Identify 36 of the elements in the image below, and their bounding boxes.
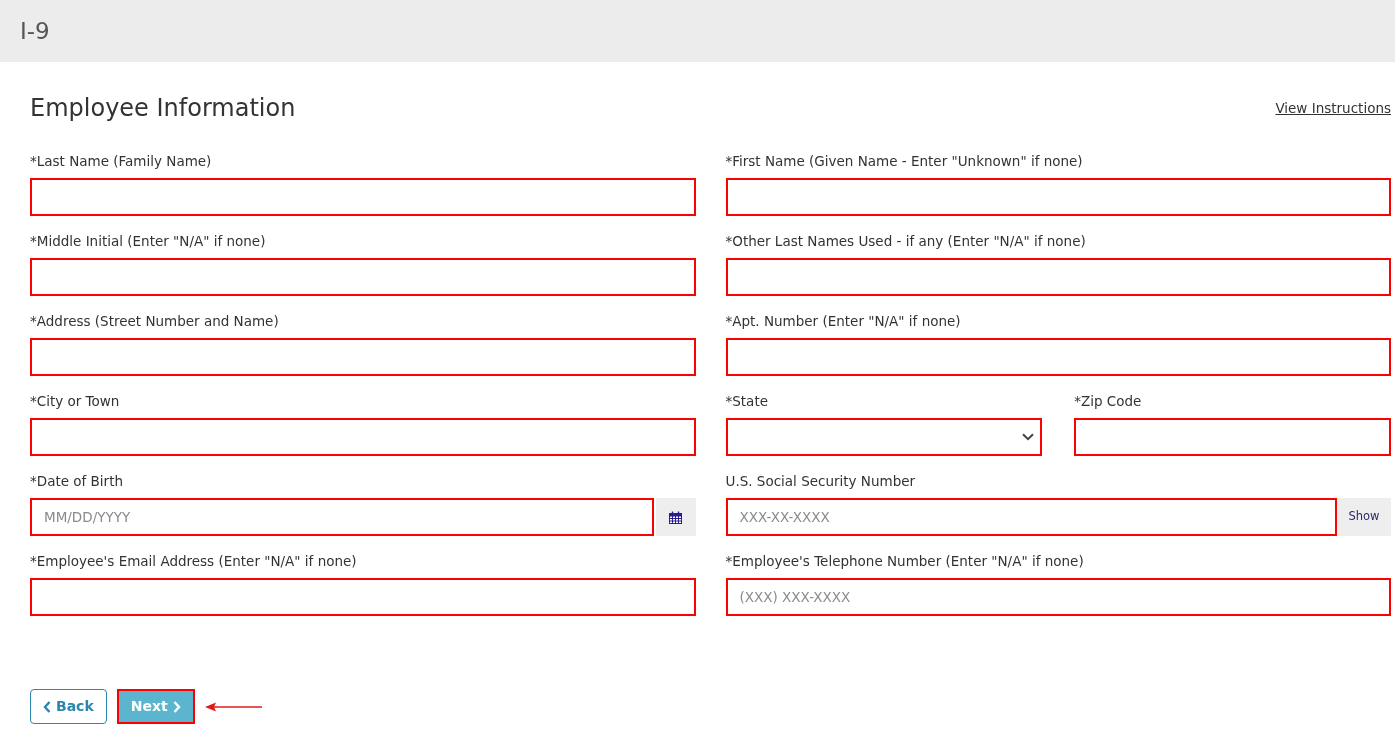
field-label: *Middle Initial (Enter "N/A" if none) (30, 232, 267, 251)
show-button[interactable]: Show (1337, 498, 1391, 536)
input-field[interactable]: (XXX) XXX-XXXX (725, 578, 1391, 616)
back-button[interactable]: Back (30, 689, 107, 724)
section-title: Employee Information (30, 93, 296, 123)
input-field[interactable] (30, 178, 696, 216)
input-field[interactable] (30, 418, 696, 456)
input-field[interactable] (30, 258, 696, 296)
input-field[interactable] (30, 338, 696, 376)
chevron-right-icon (172, 700, 181, 713)
chevron-down-icon (1022, 433, 1035, 441)
input-field[interactable] (725, 178, 1391, 216)
ssn-field[interactable]: XXX-XX-XXXX (725, 498, 1337, 536)
select-field[interactable] (725, 418, 1043, 456)
instructions-link[interactable]: View Instructions (1275, 97, 1391, 119)
input-field[interactable] (30, 578, 696, 616)
input-field[interactable] (725, 338, 1391, 376)
field-label: *Address (Street Number and Name) (30, 312, 280, 331)
input-field[interactable] (1074, 418, 1391, 456)
field-label: *First Name (Given Name - Enter "Unknown" if none) (725, 152, 1084, 171)
field-label: *Apt. Number (Enter "N/A" if none) (725, 312, 962, 331)
date-field[interactable]: MM/DD/YYYY (30, 498, 654, 536)
field-label: U.S. Social Security Number (725, 472, 917, 491)
field-label: *City or Town (30, 392, 121, 411)
calendar-button[interactable] (655, 498, 696, 536)
page-title: I-9 (20, 17, 50, 46)
calendar-icon (669, 510, 682, 524)
input-field[interactable] (725, 258, 1391, 296)
field-label: *Date of Birth (30, 472, 125, 491)
chevron-left-icon (43, 700, 51, 713)
field-label: *Last Name (Family Name) (30, 152, 213, 171)
field-label: *Employee's Telephone Number (Enter "N/A" if none) (725, 552, 1085, 571)
field-label: *Employee's Email Address (Enter "N/A" if none) (30, 552, 358, 571)
field-label: *State (725, 392, 769, 411)
field-label: *Other Last Names Used - if any (Enter "N/A" if none) (725, 232, 1087, 251)
field-label: *Zip Code (1074, 392, 1143, 411)
